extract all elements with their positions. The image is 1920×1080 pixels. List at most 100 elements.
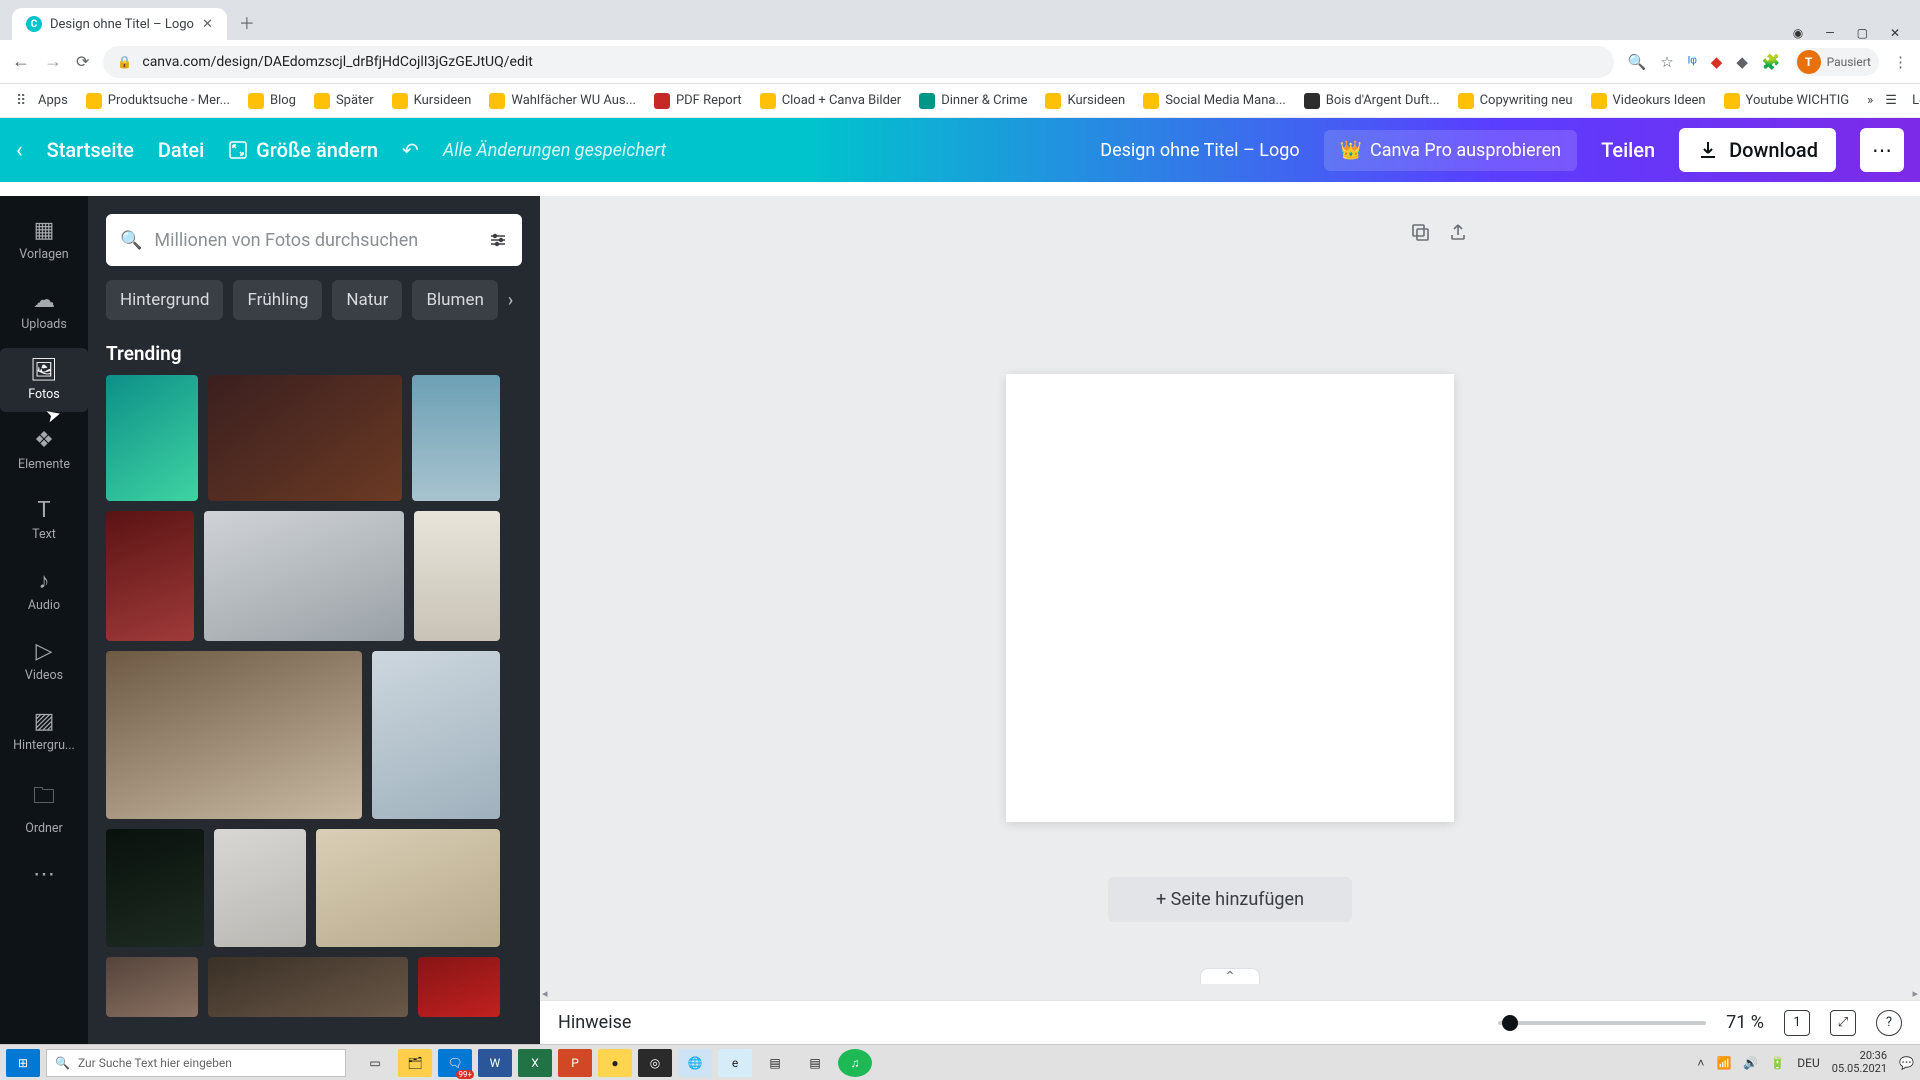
bookmark-item[interactable]: Videokurs Ideen — [1585, 89, 1712, 113]
photo-thumbnail[interactable] — [412, 375, 500, 501]
chrome-icon[interactable]: 🌐 — [678, 1049, 712, 1077]
new-tab-button[interactable]: ＋ — [239, 10, 255, 34]
window-maximize-icon[interactable]: ▢ — [1857, 26, 1868, 40]
bookmark-item[interactable]: Youtube WICHTIG — [1718, 89, 1856, 113]
start-button[interactable]: ⊞ — [6, 1049, 40, 1077]
bookmark-item[interactable]: Kursideen — [386, 89, 478, 113]
filter-chip[interactable]: Hintergrund — [106, 280, 223, 320]
photo-thumbnail[interactable] — [372, 651, 500, 819]
bookmark-item[interactable]: Bois d'Argent Duft... — [1298, 89, 1446, 113]
photo-search-input[interactable]: 🔍 Millionen von Fotos durchsuchen — [106, 214, 522, 266]
photo-thumbnail[interactable] — [214, 829, 306, 947]
share-button[interactable]: Teilen — [1601, 138, 1655, 162]
window-minimize-icon[interactable]: — — [1825, 26, 1834, 40]
task-view-icon[interactable]: ▭ — [358, 1049, 392, 1077]
zoom-slider[interactable] — [1498, 1021, 1706, 1025]
volume-icon[interactable]: 🔊 — [1743, 1056, 1758, 1070]
bookmark-overflow-icon[interactable]: » — [1867, 93, 1873, 108]
design-title[interactable]: Design ohne Titel – Logo — [1100, 140, 1299, 161]
close-icon[interactable]: ✕ — [202, 17, 213, 32]
photo-thumbnail[interactable] — [204, 511, 404, 641]
expand-notes-icon[interactable]: ⌃ — [1200, 968, 1260, 984]
address-bar[interactable]: 🔒 canva.com/design/DAEdomzscjl_drBfjHdCo… — [103, 46, 1613, 78]
photo-thumbnail[interactable] — [106, 829, 204, 947]
bookmark-item[interactable]: Blog — [242, 89, 302, 113]
photo-thumbnail[interactable] — [106, 511, 194, 641]
photo-thumbnail[interactable] — [106, 651, 362, 819]
profile-chip[interactable]: T Pausiert — [1795, 48, 1879, 76]
bookmark-item[interactable]: Cload + Canva Bilder — [754, 89, 908, 113]
filter-chip[interactable]: Blumen — [412, 280, 497, 320]
account-indicator-icon[interactable]: ◉ — [1793, 26, 1803, 40]
taskbar-search-input[interactable]: 🔍 Zur Suche Text hier eingeben — [46, 1049, 346, 1077]
excel-icon[interactable]: X — [518, 1049, 552, 1077]
filter-chip[interactable]: Natur — [332, 280, 402, 320]
photo-thumbnail[interactable] — [106, 375, 198, 501]
zoom-label[interactable]: 71 % — [1726, 1012, 1764, 1033]
filter-chip[interactable]: Frühling — [233, 280, 322, 320]
try-pro-button[interactable]: 👑 Canva Pro ausprobieren — [1324, 130, 1577, 171]
bookmark-item[interactable]: Copywriting neu — [1452, 89, 1579, 113]
taskbar-clock[interactable]: 20:36 05.05.2021 — [1832, 1050, 1887, 1074]
zoom-knob[interactable] — [1502, 1015, 1518, 1031]
spotify-icon[interactable]: ♫ — [838, 1049, 872, 1077]
photo-thumbnail[interactable] — [414, 511, 500, 641]
resize-button[interactable]: Größe ändern — [228, 138, 378, 162]
sidebar-item-background[interactable]: ▨Hintergru... — [0, 699, 88, 763]
powerpoint-icon[interactable]: P — [558, 1049, 592, 1077]
notes-button[interactable]: Hinweise — [558, 1012, 631, 1033]
browser-tab[interactable]: C Design ohne Titel – Logo ✕ — [12, 8, 227, 40]
photo-thumbnail[interactable] — [316, 829, 500, 947]
photo-thumbnail[interactable] — [208, 375, 402, 501]
chips-next-icon[interactable]: › — [508, 290, 513, 311]
sidebar-item-more[interactable]: ⋯ — [0, 852, 88, 897]
chrome-menu-icon[interactable]: ⋮ — [1893, 53, 1908, 71]
bookmark-item[interactable]: Dinner & Crime — [913, 89, 1033, 113]
more-menu-button[interactable]: ⋯ — [1860, 128, 1904, 172]
fullscreen-icon[interactable]: ⤢ — [1830, 1010, 1856, 1036]
word-icon[interactable]: W — [478, 1049, 512, 1077]
bookmark-star-icon[interactable]: ☆ — [1660, 53, 1673, 71]
nav-back-icon[interactable]: ← — [12, 51, 30, 72]
reading-list-button[interactable]: ☰ Leseliste — [1879, 89, 1920, 112]
sidebar-item-audio[interactable]: ♪Audio — [0, 558, 88, 623]
canvas-page[interactable] — [1006, 374, 1454, 822]
scroll-left-icon[interactable]: ◂ — [542, 987, 548, 1000]
file-explorer-icon[interactable]: 🗂 — [398, 1049, 432, 1077]
tray-chevron-icon[interactable]: ˄ — [1697, 1056, 1704, 1070]
notifications-icon[interactable]: 💬 — [1899, 1056, 1914, 1070]
photo-thumbnail[interactable] — [418, 957, 500, 1017]
bookmark-item[interactable]: Kursideen — [1039, 89, 1131, 113]
bookmark-item[interactable]: Wahlfächer WU Aus... — [483, 89, 642, 113]
undo-icon[interactable]: ↶ — [402, 138, 419, 162]
taskbar-app[interactable]: ▤ — [758, 1049, 792, 1077]
wifi-icon[interactable]: 📶 — [1716, 1056, 1731, 1070]
extension-icon-2[interactable]: ◆ — [1736, 53, 1748, 71]
photo-thumbnail[interactable] — [106, 957, 198, 1017]
sidebar-item-text[interactable]: TText — [0, 488, 88, 552]
bookmark-item[interactable]: Produktsuche - Mer... — [80, 89, 236, 113]
home-link[interactable]: Startseite — [47, 138, 134, 162]
extensions-puzzle-icon[interactable]: 🧩 — [1762, 53, 1781, 71]
sidebar-item-uploads[interactable]: ☁Uploads — [0, 278, 88, 342]
sidebar-item-folders[interactable]: 🗀Ordner — [0, 769, 88, 846]
reload-icon[interactable]: ⟳ — [76, 52, 89, 71]
add-page-button[interactable]: + Seite hinzufügen — [1108, 877, 1352, 922]
download-button[interactable]: Download — [1679, 128, 1836, 172]
help-icon[interactable]: ? — [1876, 1010, 1902, 1036]
extension-icon[interactable]: ◆ — [1711, 53, 1723, 71]
obs-icon[interactable]: ◎ — [638, 1049, 672, 1077]
apps-shortcut[interactable]: ⠿Apps — [10, 89, 74, 113]
file-menu[interactable]: Datei — [158, 138, 204, 162]
translate-icon[interactable]: ᴵᵠ — [1688, 53, 1697, 71]
bookmark-item[interactable]: Social Media Mana... — [1137, 89, 1292, 113]
photo-thumbnail[interactable] — [208, 957, 408, 1017]
taskbar-app[interactable]: 🗨99+ — [438, 1049, 472, 1077]
bookmark-item[interactable]: PDF Report — [648, 89, 748, 113]
bookmark-item[interactable]: Später — [308, 89, 380, 113]
window-close-icon[interactable]: ✕ — [1890, 26, 1900, 40]
sidebar-item-photos[interactable]: 🖼Fotos — [0, 348, 88, 412]
page-count-badge[interactable]: 1 — [1784, 1010, 1810, 1036]
scroll-right-icon[interactable]: ▸ — [1912, 987, 1918, 1000]
battery-icon[interactable]: 🔋 — [1770, 1056, 1785, 1070]
